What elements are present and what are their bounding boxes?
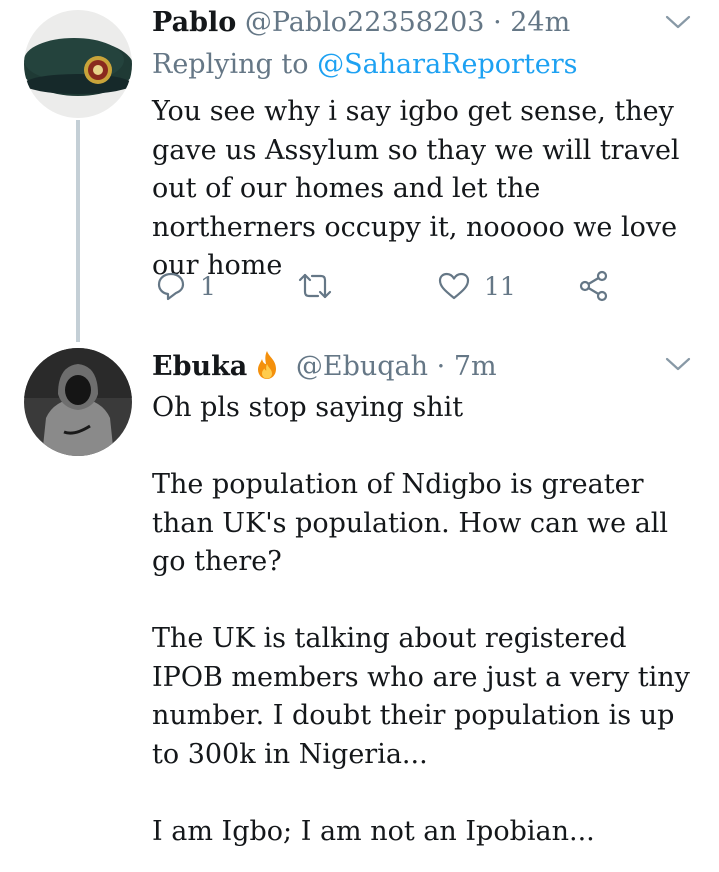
tweet-ebuka[interactable]: Ebuka @Ebuqah · 7m Oh pls stop saying sh… xyxy=(0,340,719,872)
reply-count: 1 xyxy=(200,271,216,301)
display-name[interactable]: Pablo xyxy=(152,7,236,38)
tweet-paragraph: You see why i say igbo get sense, they g… xyxy=(152,96,680,281)
tweet-pablo[interactable]: Pablo @Pablo22358203 · 24m Replying to @… xyxy=(0,0,719,342)
thread-line xyxy=(76,120,80,342)
separator-dot: · xyxy=(436,351,446,382)
user-handle[interactable]: @Pablo22358203 xyxy=(245,7,485,38)
avatar-hooded-figure-image xyxy=(24,348,132,456)
tweet-text: Oh pls stop saying shit The population o… xyxy=(152,389,697,851)
timestamp[interactable]: 7m xyxy=(454,351,497,382)
like-count: 11 xyxy=(484,271,516,301)
chevron-down-icon[interactable] xyxy=(665,14,691,30)
share-icon xyxy=(579,270,608,302)
replying-prefix: Replying to xyxy=(152,49,309,80)
reply-icon xyxy=(157,272,185,301)
tweet-actions: 1 11 xyxy=(152,266,622,306)
mention-link[interactable]: @SaharaReporters xyxy=(317,49,577,80)
chevron-down-icon[interactable] xyxy=(665,356,691,372)
fire-icon xyxy=(258,351,277,379)
replying-to: Replying to @SaharaReporters xyxy=(152,48,578,82)
timestamp[interactable]: 24m xyxy=(510,7,570,38)
tweet-paragraph: The population of Ndigbo is greater than… xyxy=(152,469,669,577)
retweet-action[interactable] xyxy=(298,266,332,306)
tweet-header: Ebuka @Ebuqah · 7m xyxy=(152,350,497,384)
avatar-beret-image xyxy=(24,10,132,118)
like-action[interactable]: 11 xyxy=(438,266,516,306)
retweet-icon xyxy=(298,273,332,299)
tweet-header: Pablo @Pablo22358203 · 24m xyxy=(152,6,570,40)
tweet-paragraph: Oh pls stop saying shit xyxy=(152,392,464,423)
like-icon xyxy=(438,272,470,300)
tweet-text: You see why i say igbo get sense, they g… xyxy=(152,93,697,286)
user-handle[interactable]: @Ebuqah xyxy=(296,351,428,382)
avatar[interactable] xyxy=(24,348,132,456)
share-action[interactable] xyxy=(578,266,610,306)
display-name[interactable]: Ebuka xyxy=(152,351,247,382)
avatar[interactable] xyxy=(24,10,132,118)
reply-action[interactable]: 1 xyxy=(156,266,216,306)
tweet-paragraph: I am Igbo; I am not an Ipobian... xyxy=(152,815,595,847)
tweet-paragraph: The UK is talking about registered IPOB … xyxy=(152,623,690,770)
separator-dot: · xyxy=(493,7,502,38)
